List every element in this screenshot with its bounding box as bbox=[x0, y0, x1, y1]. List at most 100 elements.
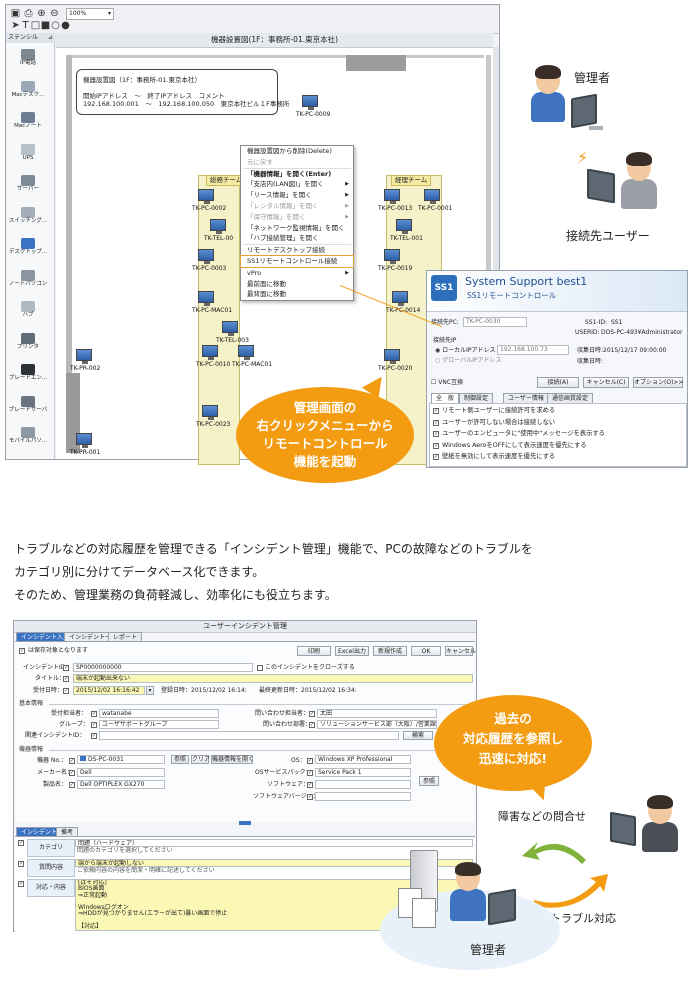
desktop-pc-icon[interactable] bbox=[198, 291, 214, 306]
context-menu-item[interactable]: 最前面に移動 bbox=[241, 279, 353, 290]
context-menu-item[interactable]: 「保守情報」を開く ▶ bbox=[241, 212, 353, 223]
model-label: 製品名： bbox=[43, 781, 68, 788]
zoom-out-icon[interactable]: ⊖ bbox=[49, 8, 60, 19]
ip-info-box[interactable]: 機器設置図（1F：事務所-01.東京本社） 開始IPアドレス ～ 終了IPアドレ… bbox=[76, 69, 289, 115]
software-field[interactable] bbox=[315, 780, 411, 789]
os-field[interactable]: Windows XP Professional bbox=[315, 755, 411, 764]
desktop-pc-icon[interactable] bbox=[424, 189, 440, 204]
stencil-item[interactable]: UPS bbox=[6, 143, 50, 162]
ss1-tab[interactable]: 全 般 bbox=[431, 393, 460, 403]
global-ip-radio[interactable]: ○ グローバルIPアドレス bbox=[435, 357, 501, 365]
ss1-tab[interactable]: 通信画質設定 bbox=[547, 393, 594, 403]
stencil-item[interactable]: Macデスク... bbox=[6, 80, 50, 99]
option-checkbox[interactable]: ✓ bbox=[433, 442, 439, 449]
maker-field[interactable]: Dell bbox=[77, 768, 165, 777]
stencil-item[interactable]: スイッチング... bbox=[6, 206, 50, 225]
option-checkbox[interactable]: ✓ bbox=[433, 454, 439, 460]
date-field[interactable]: 2015/12/02 16:16:42 bbox=[73, 686, 145, 695]
vnc-checkbox[interactable]: ☐ VNC互換 bbox=[431, 379, 463, 387]
context-menu-item[interactable]: 最背面に移動 bbox=[241, 289, 353, 300]
desktop-pc-icon[interactable] bbox=[202, 405, 218, 420]
context-menu-item[interactable]: 「リース情報」を開く ▶ bbox=[241, 190, 353, 201]
stencil-item[interactable]: Macノート bbox=[6, 112, 50, 130]
incident-action-button[interactable]: 新規作成 bbox=[373, 646, 407, 656]
context-menu-item[interactable]: 機器設置図から削除(Delete) bbox=[241, 146, 353, 157]
stencil-item[interactable]: サーバー bbox=[6, 175, 50, 193]
software-ref-button[interactable]: 参照 bbox=[419, 776, 439, 786]
context-menu-item[interactable]: 「ネットワーク監視情報」を開く bbox=[241, 223, 353, 234]
desktop-pc-icon[interactable] bbox=[198, 189, 214, 204]
desktop-pc-icon[interactable] bbox=[238, 345, 254, 360]
stencil-item[interactable]: IP電話 bbox=[6, 49, 50, 67]
desktop-pc-icon[interactable] bbox=[222, 321, 238, 336]
device-clear-button[interactable]: クリア bbox=[191, 755, 210, 764]
ss1-tab[interactable]: ユーザー情報 bbox=[503, 393, 549, 403]
title-field[interactable]: 端末が起動出来ない bbox=[73, 674, 473, 683]
desktop-pc-icon[interactable] bbox=[384, 249, 400, 264]
local-ip-radio[interactable]: ◉ ローカルIPアドレス bbox=[435, 347, 496, 355]
desktop-pc-icon[interactable] bbox=[392, 291, 408, 306]
desktop-pc-icon[interactable] bbox=[302, 95, 318, 110]
incident-id-field[interactable]: SP0000000000 bbox=[73, 663, 253, 672]
context-menu-item[interactable]: リモートデスクトップ接続 bbox=[241, 245, 353, 256]
related-field[interactable] bbox=[99, 731, 399, 740]
desktop-pc-icon[interactable] bbox=[384, 189, 400, 204]
zoom-select[interactable]: 100% ▾ bbox=[66, 8, 114, 20]
context-menu-item[interactable]: SS1リモートコントロール接続 bbox=[240, 254, 354, 268]
connect-button[interactable]: 接続(A) bbox=[537, 377, 579, 388]
software-version-field[interactable] bbox=[315, 792, 411, 801]
ss1-tab[interactable]: 制御設定 bbox=[459, 393, 494, 403]
print-icon[interactable]: ⎙ bbox=[23, 8, 34, 19]
desktop-pc-icon[interactable] bbox=[198, 249, 214, 264]
close-incident-checkbox[interactable] bbox=[257, 665, 263, 671]
context-menu-item[interactable]: 「支店内(LAN図)」を開く ▶ bbox=[241, 179, 353, 190]
incident-action-button[interactable]: OK bbox=[411, 646, 441, 656]
desktop-pc-icon[interactable] bbox=[202, 345, 218, 360]
stencil-item[interactable]: ハブ bbox=[6, 301, 50, 319]
context-menu-item[interactable]: 「レンタル情報」を開く ▶ bbox=[241, 201, 353, 212]
device-ref-button[interactable]: 参照 bbox=[171, 755, 189, 764]
context-menu-item[interactable]: 「ハブ接続管理」を開く bbox=[241, 233, 353, 244]
desktop-pc-icon[interactable] bbox=[76, 349, 92, 364]
target-pc-field[interactable]: TK-PC-0030 bbox=[463, 317, 527, 327]
local-ip-field[interactable]: 192.168.100.73 bbox=[497, 345, 569, 355]
cancel-button[interactable]: キャンセル(C) bbox=[583, 377, 629, 388]
incident-action-button[interactable]: Excel出力 bbox=[335, 646, 369, 656]
device-no-field[interactable]: DS-PC-0031 bbox=[77, 755, 165, 764]
desktop-pc-icon[interactable] bbox=[396, 219, 412, 234]
group-select[interactable]: ユーザサポートグループ bbox=[99, 720, 219, 729]
incident-action-button[interactable]: キャンセル bbox=[445, 646, 476, 656]
sp-field[interactable]: Service Pack 1 bbox=[315, 768, 411, 777]
receiver-select[interactable]: watanabe bbox=[99, 709, 219, 718]
desktop-pc-icon[interactable] bbox=[384, 349, 400, 364]
incident-window-title: ユーザーインシデント管理 bbox=[203, 622, 287, 630]
zoom-in-icon[interactable]: ⊕ bbox=[36, 8, 47, 19]
desktop-pc-icon[interactable] bbox=[76, 433, 92, 448]
context-menu-item[interactable]: vPro ▶ bbox=[241, 268, 353, 279]
splitter-handle[interactable] bbox=[239, 821, 251, 825]
option-button[interactable]: オプション(O)>> bbox=[633, 377, 683, 388]
stencil-item[interactable]: デスクトップ... bbox=[6, 238, 50, 256]
context-menu-item[interactable]: 元に戻す bbox=[241, 157, 353, 168]
inquirer-field[interactable]: 太田 bbox=[317, 709, 437, 718]
save-icon[interactable]: ▣ bbox=[10, 8, 21, 19]
model-field[interactable]: Dell OPTIPLEX GX270 bbox=[77, 780, 165, 789]
stencil-item[interactable]: ブレードサーバ bbox=[6, 395, 50, 414]
date-picker-button[interactable]: ▾ bbox=[146, 686, 154, 695]
stencil-item[interactable]: プリンタ bbox=[6, 332, 50, 351]
pin-icon[interactable]: ⊿ bbox=[48, 33, 53, 43]
stencil-item[interactable]: ノートパソコン bbox=[6, 269, 50, 288]
stencil-item[interactable]: ブレードエン... bbox=[6, 364, 50, 382]
circle-fill-icon[interactable]: ● bbox=[60, 20, 71, 31]
option-checkbox[interactable]: ✓ bbox=[433, 431, 439, 437]
option-checkbox[interactable]: ✓ bbox=[433, 408, 439, 414]
category-select[interactable]: 問題（ハードウェア） bbox=[75, 839, 473, 847]
search-button[interactable]: 検索 bbox=[403, 731, 433, 740]
inquiry-dept-field[interactable]: ソリューションサービス部（大阪）/営業課 bbox=[317, 720, 437, 729]
incident-action-button[interactable]: 印刷 bbox=[297, 646, 331, 656]
desktop-pc-icon[interactable] bbox=[210, 219, 226, 234]
device-info-button[interactable]: 機器情報を開く bbox=[211, 755, 254, 764]
stencil-item[interactable]: モバイルパソ... bbox=[6, 427, 50, 445]
option-checkbox[interactable]: ✓ bbox=[433, 419, 439, 426]
context-menu-item[interactable]: 「機器情報」を開く(Enter) bbox=[241, 169, 353, 180]
